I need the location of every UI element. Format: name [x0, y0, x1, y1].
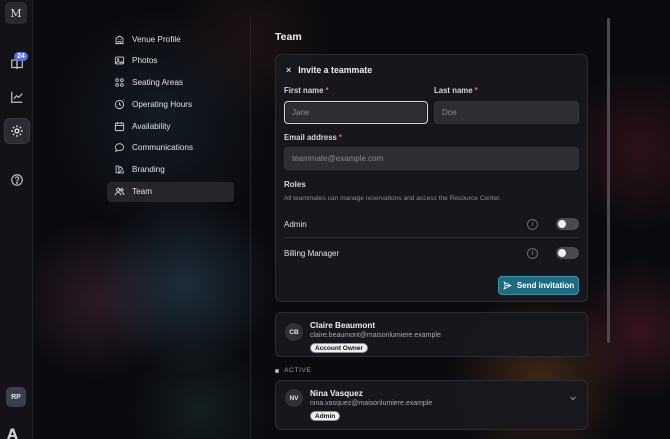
notification-badge: 24 [14, 52, 28, 61]
member-email: nina.vasquez@maisonlumiere.example [310, 400, 433, 407]
rail-settings-button[interactable] [4, 118, 30, 144]
role-badge: Account Owner [310, 343, 369, 353]
send-invitation-button[interactable]: Send invitation [498, 276, 579, 295]
rail-help-button[interactable] [4, 167, 30, 193]
role-name: Admin [284, 219, 307, 229]
send-icon [503, 281, 512, 290]
nav-item-operating-hours[interactable]: Operating Hours [107, 94, 234, 114]
required-mark: * [338, 133, 342, 142]
active-section-text: ACTIVE [284, 367, 312, 374]
role-row-billing-manager: Billing Manager i [284, 239, 579, 267]
nav-label: Seating Areas [132, 78, 183, 88]
panel-divider [250, 16, 251, 439]
first-name-label: First name * [284, 86, 328, 95]
app-logo[interactable]: M [5, 2, 27, 24]
send-invitation-label: Send invitation [516, 281, 575, 290]
last-name-input[interactable] [434, 101, 579, 124]
admin-toggle[interactable] [556, 218, 579, 230]
info-icon[interactable]: i [527, 247, 538, 259]
message-icon [114, 143, 125, 153]
role-badge: Admin [310, 411, 341, 421]
info-icon[interactable]: i [527, 218, 538, 230]
owner-member-card[interactable]: CB Claire Beaumont claire.beaumont@maiso… [275, 312, 588, 357]
first-name-label-text: First name [284, 86, 324, 95]
nav-label: Communications [132, 143, 193, 153]
member-name: Claire Beaumont [310, 321, 376, 330]
nav-label: Venue Profile [132, 34, 181, 44]
role-row-admin: Admin i [284, 210, 579, 238]
clock-icon [114, 99, 125, 109]
nav-item-availability[interactable]: Availability [107, 116, 234, 136]
avatar: CB [285, 323, 303, 341]
nav-label: Branding [132, 165, 165, 175]
nav-item-venue-profile[interactable]: Venue Profile [107, 29, 234, 49]
billing-manager-toggle[interactable] [556, 247, 579, 259]
user-avatar[interactable]: RP [6, 387, 26, 407]
role-divider [284, 237, 579, 238]
email-label-text: Email address [284, 133, 337, 142]
last-name-label-text: Last name [434, 86, 473, 95]
nav-item-branding[interactable]: Branding [107, 160, 234, 180]
nav-label: Availability [132, 121, 171, 131]
required-mark: * [474, 86, 478, 95]
last-name-label: Last name * [434, 86, 478, 95]
invite-title: Invite a teammate [298, 65, 373, 75]
users-icon [114, 187, 125, 196]
first-name-input[interactable] [284, 101, 428, 124]
roles-description: All teammates can manage reservations an… [284, 195, 501, 202]
brand-mark: A [7, 427, 18, 439]
required-mark: * [325, 86, 329, 95]
page-title: Team [275, 31, 302, 43]
chart-icon [11, 91, 23, 103]
image-icon [114, 56, 125, 65]
member-email: claire.beaumont@maisonlumiere.example [310, 332, 441, 339]
chevron-down-icon[interactable] [569, 394, 577, 402]
grid-icon [115, 78, 124, 87]
building-icon [115, 35, 124, 44]
nav-item-photos[interactable]: Photos [107, 51, 234, 71]
help-icon [11, 174, 23, 186]
nav-item-team[interactable]: Team [107, 181, 234, 202]
settings-nav: Venue Profile Photos Seating Areas Opera… [107, 29, 234, 203]
gear-icon [11, 125, 23, 137]
email-input[interactable] [284, 147, 579, 170]
palette-icon [115, 165, 124, 174]
active-section-label: ACTIVE [275, 367, 312, 374]
close-icon[interactable]: × [286, 65, 291, 75]
nav-label: Operating Hours [132, 99, 193, 109]
rail-analytics-button[interactable] [4, 84, 30, 110]
calendar-icon [114, 121, 125, 131]
avatar: NV [285, 389, 303, 407]
role-name: Billing Manager [284, 248, 340, 258]
email-label: Email address * [284, 133, 342, 142]
nav-item-communications[interactable]: Communications [107, 138, 234, 158]
nav-item-seating-areas[interactable]: Seating Areas [107, 73, 234, 93]
main-scrollbar[interactable] [607, 18, 610, 343]
nav-label: Team [132, 187, 153, 197]
member-card[interactable]: NV Nina Vasquez nina.vasquez@maisonlumie… [275, 380, 588, 430]
invite-card: × Invite a teammate First name* Last nam… [275, 54, 588, 302]
app-rail: M 24 RP A [0, 0, 33, 439]
status-dot [275, 368, 279, 373]
member-name: Nina Vasquez [310, 389, 363, 398]
nav-label: Photos [132, 56, 158, 66]
roles-title: Roles [284, 180, 306, 189]
invite-card-header: × Invite a teammate [286, 65, 372, 75]
